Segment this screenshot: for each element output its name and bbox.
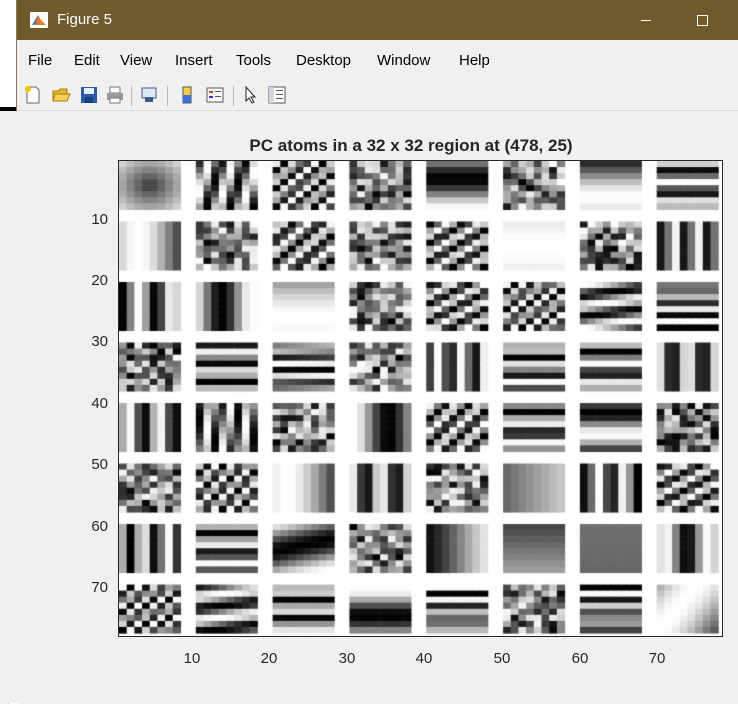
minimize-icon	[641, 19, 651, 21]
open-file-icon[interactable]	[51, 85, 71, 105]
y-tick-label: 40	[91, 395, 108, 412]
x-tick-label: 10	[183, 650, 201, 667]
legend-icon[interactable]	[205, 85, 225, 105]
print-icon[interactable]	[105, 85, 125, 105]
toolbar-separator	[131, 86, 132, 106]
figure-toolbar	[17, 80, 738, 111]
x-tick-label: 30	[338, 650, 356, 667]
y-tick-label: 70	[91, 579, 108, 596]
x-tick-label: 70	[648, 650, 666, 667]
plot-title: PC atoms in a 32 x 32 region at (478, 25…	[249, 136, 573, 155]
x-tick-label: 50	[493, 650, 511, 667]
edit-plot-icon[interactable]	[241, 85, 261, 105]
menu-edit[interactable]: Edit	[74, 52, 100, 69]
menu-file[interactable]: File	[28, 52, 52, 69]
y-tick-label: 10	[91, 211, 108, 228]
colorbar-icon[interactable]	[177, 85, 197, 105]
menu-tools[interactable]: Tools	[236, 52, 271, 69]
menu-help[interactable]: Help	[459, 52, 490, 69]
y-tick-label: 20	[91, 272, 108, 289]
y-tick-label: 30	[91, 333, 108, 350]
menu-view[interactable]: View	[120, 52, 152, 69]
property-inspector-icon[interactable]	[267, 85, 287, 105]
window-title: Figure 5	[57, 11, 113, 28]
matlab-logo-icon	[30, 12, 48, 28]
y-tick-label: 60	[91, 518, 108, 535]
maximize-button[interactable]	[679, 0, 725, 40]
maximize-icon	[696, 14, 708, 26]
menu-desktop[interactable]: Desktop	[296, 52, 351, 69]
link-plot-icon[interactable]	[139, 85, 159, 105]
x-tick-label: 60	[571, 650, 589, 667]
menu-bar: File Edit View Insert Tools Desktop Wind…	[17, 46, 738, 74]
toolbar-separator	[167, 86, 168, 106]
new-figure-icon[interactable]	[23, 85, 43, 105]
y-tick-label: 50	[91, 456, 108, 473]
pc-atoms-image	[119, 161, 722, 636]
menu-insert[interactable]: Insert	[175, 52, 213, 69]
menu-window[interactable]: Window	[377, 52, 430, 69]
x-tick-label: 20	[260, 650, 278, 667]
minimize-button[interactable]	[623, 0, 669, 40]
title-bar[interactable]: Figure 5	[17, 0, 738, 40]
save-icon[interactable]	[79, 85, 99, 105]
x-tick-label: 40	[415, 650, 433, 667]
plot-axes[interactable]	[118, 160, 723, 637]
toolbar-separator	[233, 86, 234, 106]
